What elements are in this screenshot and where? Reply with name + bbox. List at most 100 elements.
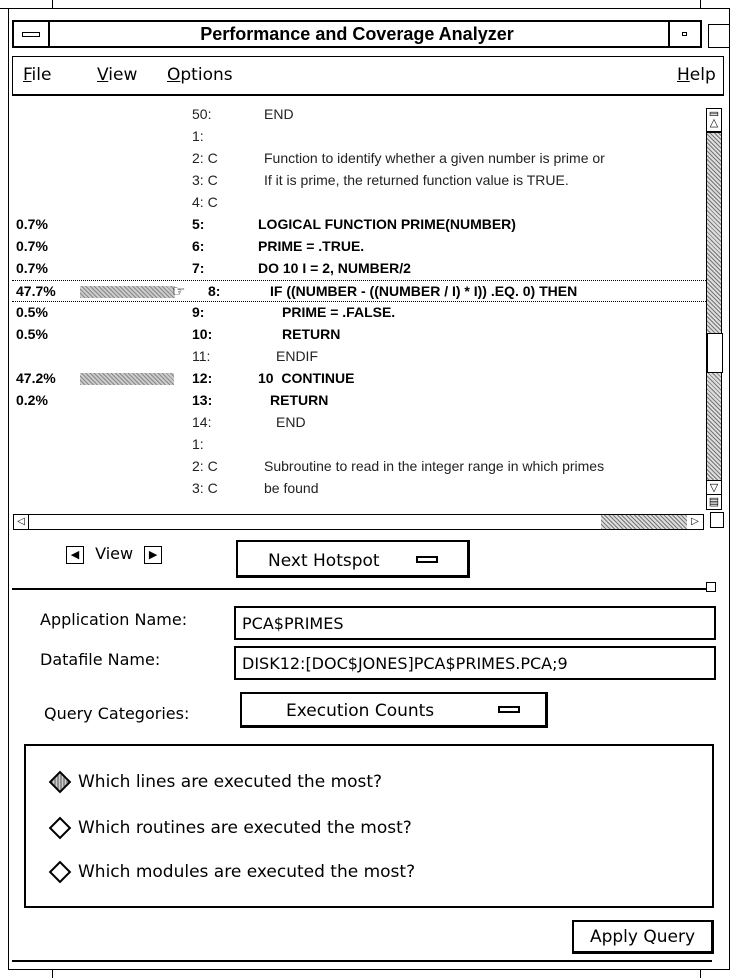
minimize-icon[interactable] <box>668 22 700 46</box>
source-text: PRIME = .FALSE. <box>282 304 396 320</box>
scroll-right-icon[interactable]: ▷ <box>687 515 703 529</box>
menu-file[interactable]: File <box>23 65 51 85</box>
line-number: 8: <box>208 283 221 299</box>
apply-query-button[interactable]: Apply Query <box>572 920 714 954</box>
source-line[interactable]: 1: <box>12 126 706 148</box>
option-menu-icon <box>416 556 438 563</box>
source-text: LOGICAL FUNCTION PRIME(NUMBER) <box>258 216 516 232</box>
source-line[interactable]: 14: END <box>12 412 706 434</box>
line-number: 7: <box>192 260 205 276</box>
query-categories-label: Query Categories: <box>44 704 190 723</box>
source-line[interactable]: 1: <box>12 434 706 456</box>
scroll-bottom-icon[interactable]: ▤ <box>706 494 722 510</box>
source-text: END <box>276 414 306 430</box>
source-line[interactable]: 4: C <box>12 192 706 214</box>
exec-percent: 0.2% <box>16 392 48 408</box>
menu-options[interactable]: Options <box>167 65 233 85</box>
view-prev-icon[interactable]: ◀ <box>66 545 84 564</box>
source-line[interactable]: 0.2% 13: RETURN <box>12 390 706 412</box>
radio-selected-icon <box>48 770 72 794</box>
app-name-field[interactable]: PCA$PRIMES <box>234 606 716 640</box>
next-hotspot-button[interactable]: Next Hotspot <box>236 540 470 578</box>
view-label: View <box>95 544 134 563</box>
radio-unselected-icon <box>48 860 72 884</box>
app-name-label: Application Name: <box>40 610 188 629</box>
pane-sash[interactable] <box>706 582 716 592</box>
source-text: RETURN <box>270 392 329 408</box>
view-nav: ◀ View ▶ <box>66 544 163 566</box>
menu-view[interactable]: View <box>97 65 137 85</box>
source-line[interactable]: 0.7% 5: LOGICAL FUNCTION PRIME(NUMBER) <box>12 214 706 236</box>
line-number: 14: <box>192 414 212 430</box>
source-line[interactable]: 0.5% 10: RETURN <box>12 324 706 346</box>
source-text: DO 10 I = 2, NUMBER/2 <box>258 260 411 276</box>
line-number: 10: <box>192 326 213 342</box>
option-menu-icon <box>498 706 520 713</box>
pointing-hand-icon: ☞ <box>172 283 186 300</box>
radio-lines[interactable]: Which lines are executed the most? <box>48 770 382 794</box>
query-categories-value: Execution Counts <box>286 701 435 721</box>
source-line[interactable]: 3: C be found <box>12 478 706 500</box>
source-text: Subroutine to read in the integer range … <box>264 458 605 474</box>
source-pane[interactable]: 50: END 1: 2: C Function to identify whether… <box>12 100 706 510</box>
source-text: If it is prime, the returned function va… <box>264 172 569 188</box>
line-number: 3: C <box>192 172 218 188</box>
window-title: Performance and Coverage Analyzer <box>200 24 514 44</box>
exec-percent: 0.5% <box>16 326 48 342</box>
radio-modules[interactable]: Which modules are executed the most? <box>48 860 415 884</box>
exec-percent: 47.2% <box>16 370 56 386</box>
line-number: 12: <box>192 370 213 386</box>
horizontal-scrollbar[interactable]: ◁ ▷ <box>13 514 704 530</box>
datafile-label: Datafile Name: <box>40 650 161 669</box>
source-line[interactable]: 2: C Subroutine to read in the integer ra… <box>12 456 706 478</box>
source-line[interactable]: 0.7% 7: DO 10 I = 2, NUMBER/2 <box>12 258 706 280</box>
line-number: 3: C <box>192 480 218 496</box>
maximize-icon[interactable] <box>708 24 730 48</box>
source-text: IF ((NUMBER - ((NUMBER / I) * I)) .EQ. 0… <box>270 283 578 299</box>
query-categories-select[interactable]: Execution Counts <box>240 692 548 728</box>
line-number: 1: <box>192 436 204 452</box>
frame-tick <box>700 970 701 978</box>
title-bar[interactable]: Performance and Coverage Analyzer <box>12 20 702 48</box>
source-line[interactable]: 0.7% 6: PRIME = .TRUE. <box>12 236 706 258</box>
frame-tick <box>52 970 53 978</box>
source-line[interactable]: 47.2% 12: 10 CONTINUE <box>12 368 706 390</box>
source-line-current[interactable]: 47.7% ☞ 8: IF ((NUMBER - ((NUMBER / I) * I)… <box>12 280 706 302</box>
scroll-left-icon[interactable]: ◁ <box>13 514 29 530</box>
datafile-field[interactable]: DISK12:[DOC$JONES]PCA$PRIMES.PCA;9 <box>234 646 716 680</box>
scroll-up-icon[interactable]: △ <box>706 116 722 132</box>
source-line[interactable]: 2: C Function to identify whether a given… <box>12 148 706 170</box>
line-number: 9: <box>192 304 205 320</box>
frame-tick <box>52 0 53 8</box>
scroll-track[interactable] <box>706 132 723 488</box>
exec-percent: 0.7% <box>16 260 48 276</box>
scroll-track-right[interactable] <box>601 515 687 529</box>
source-line[interactable]: 11: ENDIF <box>12 346 706 368</box>
exec-bar <box>80 373 174 385</box>
exec-percent: 0.7% <box>16 238 48 254</box>
source-text: RETURN <box>282 326 341 342</box>
scroll-thumb[interactable] <box>707 333 723 373</box>
view-next-icon[interactable]: ▶ <box>144 545 163 564</box>
window-menu-icon[interactable] <box>14 22 50 46</box>
vertical-scrollbar[interactable]: ▤ △ ▽ ▤ <box>706 108 724 510</box>
pane-divider <box>12 588 714 590</box>
source-line[interactable]: 50: END <box>12 104 706 126</box>
source-line[interactable]: 3: C If it is prime, the returned functio… <box>12 170 706 192</box>
source-text: Function to identify whether a given num… <box>264 150 605 166</box>
line-number: 1: <box>192 128 204 144</box>
source-text: END <box>264 106 294 122</box>
source-line[interactable]: 0.5% 9: PRIME = .FALSE. <box>12 302 706 324</box>
line-number: 50: <box>192 106 212 122</box>
line-number: 13: <box>192 392 213 408</box>
line-number: 11: <box>192 348 211 364</box>
exec-percent: 0.7% <box>16 216 48 232</box>
source-text: PRIME = .TRUE. <box>258 238 365 254</box>
menu-help[interactable]: Help <box>677 65 716 85</box>
line-number: 5: <box>192 216 205 232</box>
query-radio-group: Which lines are executed the most? Which… <box>24 744 714 908</box>
source-text: 10 CONTINUE <box>258 370 355 386</box>
line-number: 2: C <box>192 458 218 474</box>
radio-routines[interactable]: Which routines are executed the most? <box>48 816 412 840</box>
frame-tick <box>700 0 701 8</box>
